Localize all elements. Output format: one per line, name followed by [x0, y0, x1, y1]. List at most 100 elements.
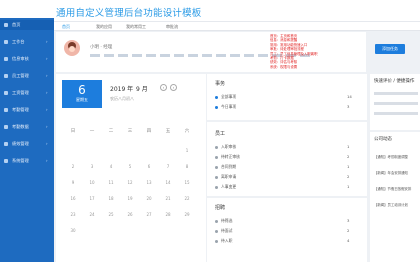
sidebar-item-label: 信息审核	[12, 56, 29, 61]
calendar-day[interactable]: 27	[142, 212, 156, 217]
staff-row[interactable]: 待转正审核	[215, 154, 240, 160]
recruit-title: 招聘	[215, 205, 226, 211]
sidebar-item-label: 考勤数据	[12, 124, 29, 129]
tab-approval[interactable]: 审批流	[166, 22, 178, 31]
quick-row[interactable]	[374, 102, 418, 105]
calendar-lunar: 农历八月初八	[110, 96, 134, 101]
tasks-row-label: 全部事项	[221, 94, 237, 99]
news-item[interactable]: 【通知】考勤制度调整	[374, 154, 408, 160]
add-task-button[interactable]: 添加任务	[375, 44, 405, 54]
calendar-day[interactable]: 23	[66, 212, 80, 217]
chevron-right-icon: ›	[46, 124, 48, 129]
calendar-day[interactable]: 20	[142, 196, 156, 201]
sidebar-item-label: 系统管理	[12, 158, 29, 163]
quick-row[interactable]	[374, 92, 418, 95]
sidebar-item-attendance[interactable]: 考勤管理 ›	[0, 105, 54, 115]
next-month-button[interactable]: ›	[170, 84, 177, 91]
staff-row-label: 入职审核	[221, 144, 237, 149]
chevron-right-icon: ›	[46, 90, 48, 95]
staff-row-count: 2	[347, 154, 350, 159]
calendar-card: 6 星期五 2019 年 9 月 ‹ › 农历八月初八 日一二三四五六12345…	[56, 74, 206, 262]
tab-common[interactable]: 我的常用工	[126, 22, 146, 31]
calendar-day[interactable]: 10	[85, 180, 99, 185]
calendar-day[interactable]: 28	[161, 212, 175, 217]
calendar-day[interactable]: 19	[123, 196, 137, 201]
calendar-day[interactable]: 16	[66, 196, 80, 201]
sidebar-item-label: 工资管理	[12, 90, 29, 95]
divider	[207, 120, 367, 122]
calendar-day[interactable]: 8	[180, 164, 194, 169]
recruit-row-label: 待入职	[221, 238, 233, 243]
recruit-row-count: 2	[347, 228, 350, 233]
bullet-icon	[215, 219, 218, 223]
news-item[interactable]: 【通知】节假日放假安排	[374, 186, 411, 192]
home-icon	[4, 23, 8, 27]
calendar-year: 2019 年	[110, 86, 134, 93]
staff-row[interactable]: 离职申请	[215, 174, 237, 180]
calendar-day[interactable]: 18	[104, 196, 118, 201]
divider	[207, 196, 367, 198]
staff-row[interactable]: 合同到期	[215, 164, 236, 170]
calendar-day[interactable]: 6	[142, 164, 156, 169]
tasks-today-row[interactable]: 今日事项	[215, 104, 236, 110]
prev-month-button[interactable]: ‹	[160, 84, 167, 91]
staff-row-label: 离职申请	[221, 174, 237, 179]
sidebar-item-label: 考勤管理	[12, 107, 29, 112]
calendar-day[interactable]: 17	[85, 196, 99, 201]
calendar-weekday: 四	[146, 129, 152, 134]
bullet-icon	[215, 165, 218, 169]
calendar-weekday: 五	[165, 129, 171, 134]
quick-row[interactable]	[374, 112, 418, 115]
sidebar-item-attendance-data[interactable]: 考勤数据 ›	[0, 122, 54, 132]
calendar-day[interactable]: 26	[123, 212, 137, 217]
sidebar-item-salary[interactable]: 工资管理 ›	[0, 88, 54, 98]
calendar-day[interactable]: 11	[104, 180, 118, 185]
tab-home[interactable]: 首页	[62, 22, 70, 31]
recruit-row[interactable]: 待筛选	[215, 218, 233, 224]
calendar-day[interactable]: 22	[180, 196, 194, 201]
calendar-day[interactable]: 13	[142, 180, 156, 185]
annotation-line: 系统：权限与设置	[270, 64, 298, 69]
recruit-row[interactable]: 待面试	[215, 228, 232, 234]
nav-bar: 首页 我的应用 我的常用工 审批流	[0, 22, 420, 31]
staff-row[interactable]: 入职审核	[215, 144, 237, 150]
calendar-day[interactable]: 3	[85, 164, 99, 169]
news-item[interactable]: 【新闻】员工培训计划	[374, 202, 408, 208]
sidebar-item-home[interactable]: 首页	[0, 20, 54, 30]
tab-my-apps[interactable]: 我的应用	[96, 22, 112, 31]
calendar-day[interactable]: 12	[123, 180, 137, 185]
calendar-weekday: 日	[70, 129, 76, 134]
calendar-day[interactable]: 24	[85, 212, 99, 217]
profile-name: 小明 · 经理	[90, 45, 113, 50]
bullet-icon	[215, 145, 218, 149]
sidebar-item-review[interactable]: 信息审核 ›	[0, 54, 54, 64]
tasks-all-row[interactable]: 全部事项	[215, 94, 237, 100]
quick-card: 快速评价 / 便捷操作	[370, 74, 420, 130]
calendar-day[interactable]: 7	[161, 164, 175, 169]
calendar-day[interactable]: 15	[180, 180, 194, 185]
recruit-row-label: 待筛选	[221, 218, 233, 223]
calendar-day[interactable]: 25	[104, 212, 118, 217]
sidebar-item-workbench[interactable]: 工作台 ›	[0, 37, 54, 47]
calendar-day[interactable]: 4	[104, 164, 118, 169]
calendar-day[interactable]: 14	[161, 180, 175, 185]
recruit-row[interactable]: 待入职	[215, 238, 233, 244]
staff-row-count: 2	[347, 174, 350, 179]
calendar-day[interactable]: 29	[180, 212, 194, 217]
calendar-day[interactable]: 21	[161, 196, 175, 201]
clock-icon	[4, 108, 8, 112]
news-item[interactable]: 【新闻】年会安排通知	[374, 170, 408, 176]
sidebar-item-performance[interactable]: 绩效管理 ›	[0, 139, 54, 149]
bullet-icon	[215, 229, 218, 233]
bullet-icon	[215, 175, 218, 179]
staff-row[interactable]: 人事变更	[215, 184, 236, 190]
calendar-day[interactable]: 1	[180, 148, 194, 153]
sidebar-item-system[interactable]: 系统管理 ›	[0, 156, 54, 166]
calendar-day[interactable]: 5	[123, 164, 137, 169]
calendar-day[interactable]: 2	[66, 164, 80, 169]
calendar-day[interactable]: 30	[66, 228, 80, 233]
calendar-weekday: 三	[127, 129, 133, 134]
quick-title: 快速评价 / 便捷操作	[374, 79, 415, 84]
sidebar-item-staff[interactable]: 员工管理 ›	[0, 71, 54, 81]
calendar-day[interactable]: 9	[66, 180, 80, 185]
